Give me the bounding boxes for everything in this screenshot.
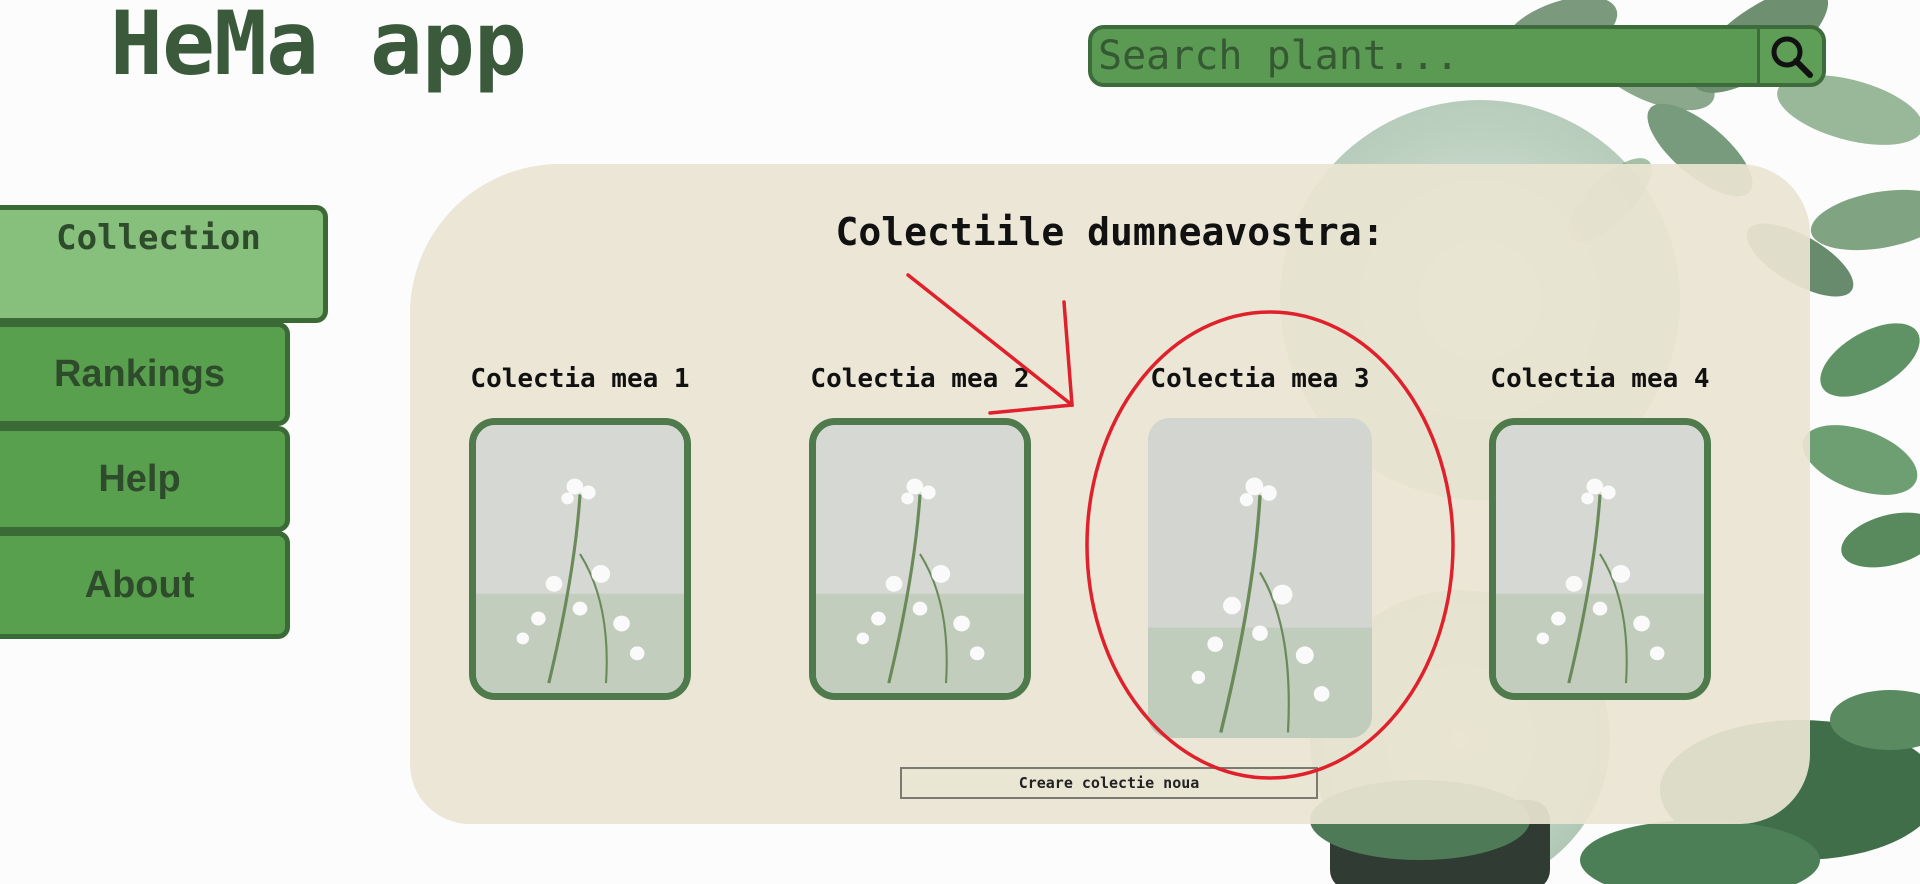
- collection-title: Colectia mea 2: [810, 364, 1030, 394]
- sidebar-item-label: Collection: [56, 218, 261, 258]
- app-title: HeMa app: [110, 0, 527, 95]
- collections-heading: Colectiile dumneavostra:: [835, 210, 1385, 254]
- collections-panel: Colectiile dumneavostra: Colectia mea 1 …: [410, 164, 1810, 824]
- collection-thumbnail[interactable]: [469, 418, 691, 700]
- collection-title: Colectia mea 4: [1490, 364, 1710, 394]
- flower-image: [476, 425, 684, 693]
- search-button[interactable]: [1757, 29, 1822, 83]
- collection-card-1[interactable]: Colectia mea 1: [450, 364, 710, 700]
- sidebar-item-label: Rankings: [53, 352, 226, 395]
- collection-thumbnail[interactable]: [1148, 418, 1372, 738]
- flower-image: [1496, 425, 1704, 693]
- search-bar: [1088, 25, 1826, 87]
- collection-card-2[interactable]: Colectia mea 2: [790, 364, 1050, 700]
- search-input[interactable]: [1092, 29, 1757, 83]
- sidebar-item-label: Help: [98, 457, 181, 500]
- sidebar-item-label: About: [84, 563, 195, 606]
- create-collection-button[interactable]: Creare colectie noua: [900, 767, 1318, 799]
- collection-title: Colectia mea 1: [470, 364, 690, 394]
- collection-card-4[interactable]: Colectia mea 4: [1470, 364, 1730, 700]
- sidebar-item-collection[interactable]: Collection: [0, 205, 328, 323]
- collection-thumbnail[interactable]: [809, 418, 1031, 700]
- create-collection-label: Creare colectie noua: [1018, 774, 1200, 792]
- flower-image: [816, 425, 1024, 693]
- collection-title: Colectia mea 3: [1150, 364, 1370, 394]
- search-icon: [1771, 36, 1813, 78]
- sidebar-item-rankings[interactable]: Rankings: [0, 322, 290, 426]
- collection-thumbnail[interactable]: [1489, 418, 1711, 700]
- flower-image: [1148, 418, 1372, 738]
- sidebar-item-help[interactable]: Help: [0, 426, 290, 532]
- collection-card-3[interactable]: Colectia mea 3: [1130, 364, 1390, 738]
- sidebar-item-about[interactable]: About: [0, 531, 290, 639]
